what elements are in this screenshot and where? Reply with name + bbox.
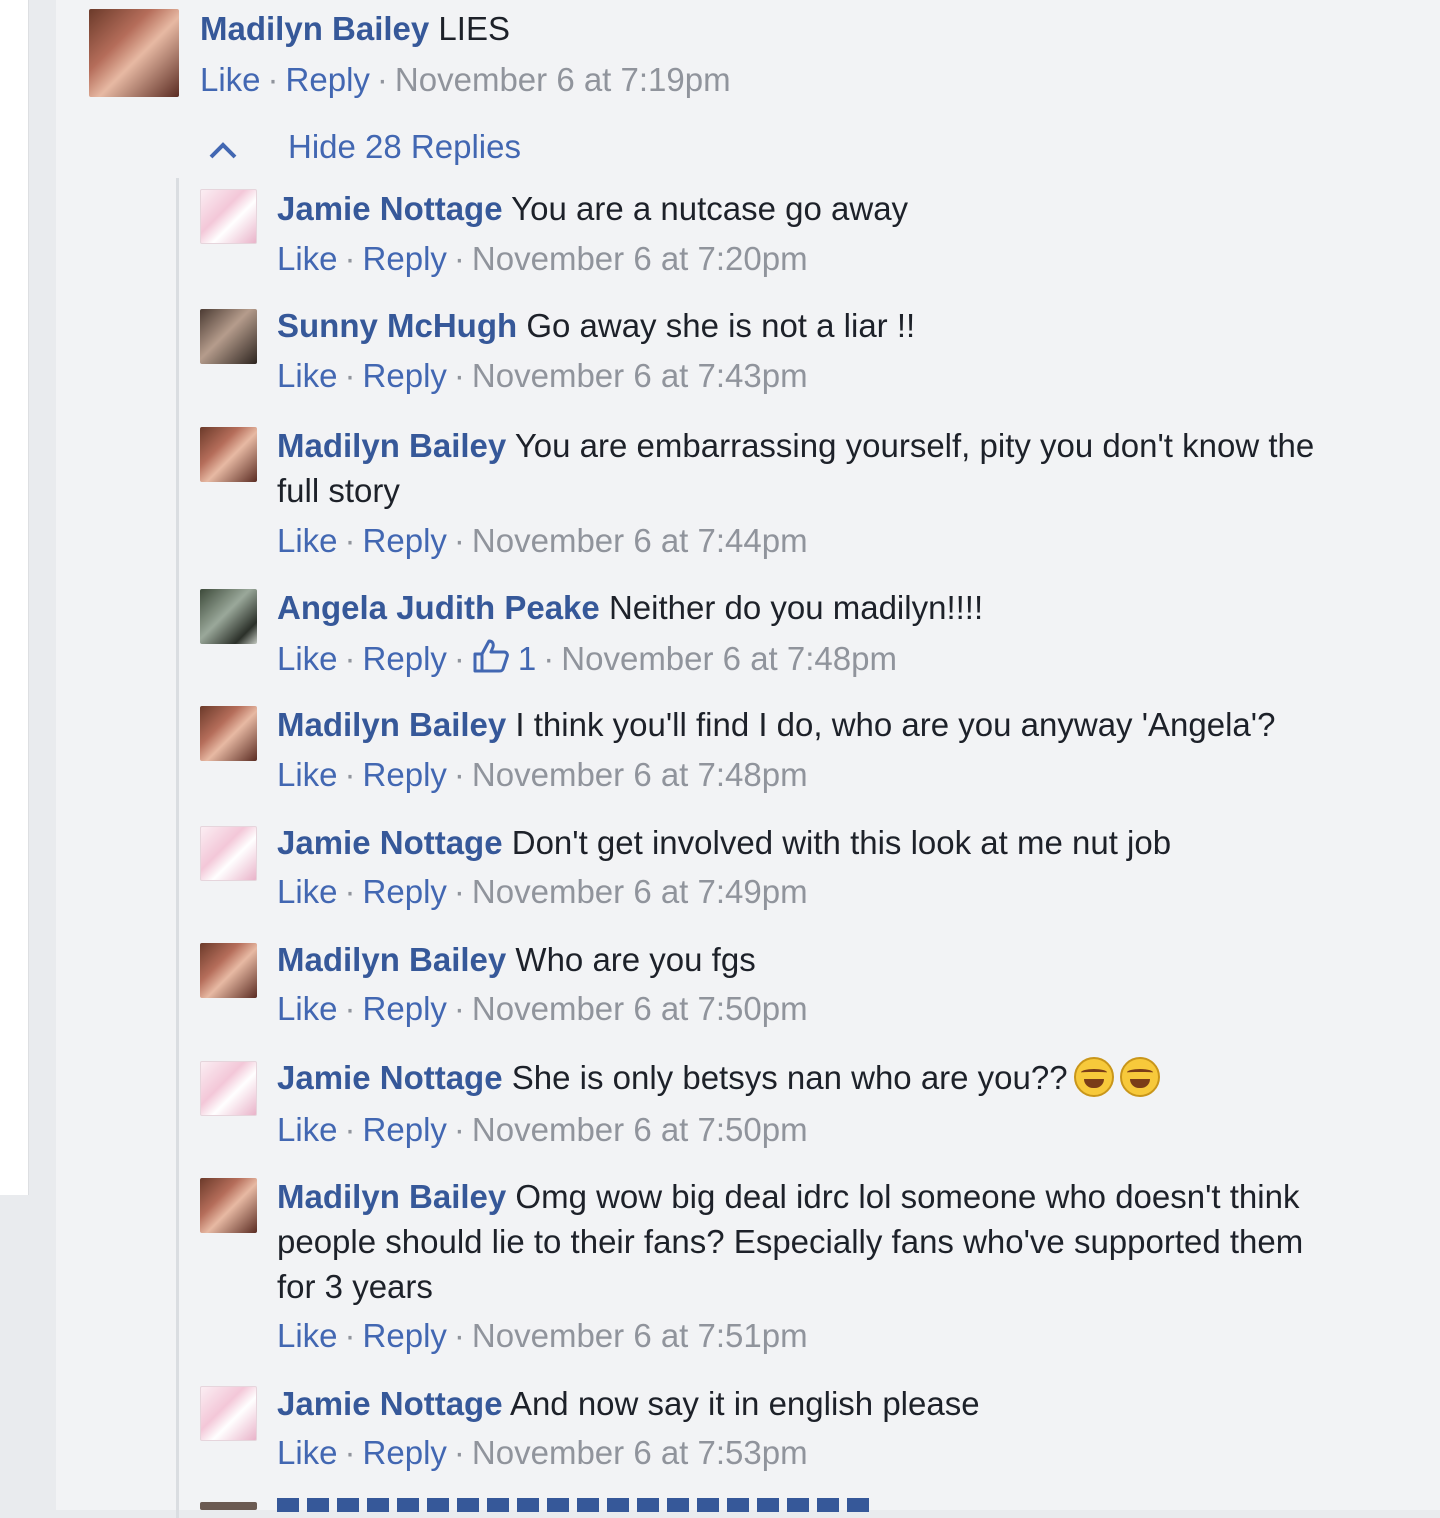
- like-count[interactable]: 1: [510, 640, 536, 677]
- reply-link[interactable]: Reply: [363, 990, 447, 1027]
- reply-link[interactable]: Reply: [363, 522, 447, 559]
- timestamp[interactable]: November 6 at 7:50pm: [472, 990, 808, 1027]
- comment-text: She is only betsys nan who are you??: [511, 1059, 1068, 1096]
- comment-actions: Like · Reply · November 6 at 7:51pm: [277, 1317, 808, 1354]
- hide-replies-link[interactable]: Hide 28 Replies: [288, 128, 521, 166]
- reply-comment: Jamie Nottage And now say it in english …: [277, 1381, 1327, 1426]
- avatar[interactable]: [200, 943, 257, 998]
- reply-link[interactable]: Reply: [363, 357, 447, 394]
- reply-comment: Jamie Nottage Don't get involved with th…: [277, 820, 1327, 865]
- comment-actions: Like · Reply · November 6 at 7:49pm: [277, 873, 808, 910]
- comment-text: Don't get involved with this look at me …: [511, 824, 1172, 861]
- like-link[interactable]: Like: [277, 990, 338, 1027]
- comment-text: Neither do you madilyn!!!!: [608, 589, 984, 626]
- comment-text: Go away she is not a liar !!: [526, 307, 916, 344]
- comment-author[interactable]: Sunny McHugh: [277, 307, 517, 344]
- comment-author[interactable]: Madilyn Bailey: [277, 706, 506, 743]
- timestamp[interactable]: November 6 at 7:51pm: [472, 1317, 808, 1354]
- comment-actions: Like · Reply · November 6 at 7:19pm: [200, 61, 731, 98]
- avatar[interactable]: [200, 1061, 257, 1116]
- like-link[interactable]: Like: [277, 522, 338, 559]
- avatar[interactable]: [200, 706, 257, 761]
- comment-author[interactable]: Madilyn Bailey: [277, 427, 506, 464]
- like-link[interactable]: Like: [277, 1111, 338, 1148]
- avatar[interactable]: [200, 1386, 257, 1441]
- reply-link[interactable]: Reply: [363, 240, 447, 277]
- comment-author[interactable]: Madilyn Bailey: [200, 10, 429, 47]
- avatar[interactable]: [200, 1502, 257, 1510]
- comment-text: I think you'll find I do, who are you an…: [515, 706, 1276, 743]
- comment-text: And now say it in english please: [509, 1385, 980, 1422]
- reply-link[interactable]: Reply: [363, 640, 447, 677]
- comment-actions: Like · Reply · November 6 at 7:43pm: [277, 357, 808, 394]
- reply-link[interactable]: Reply: [363, 1317, 447, 1354]
- avatar[interactable]: [200, 1178, 257, 1233]
- timestamp[interactable]: November 6 at 7:20pm: [472, 240, 808, 277]
- timestamp[interactable]: November 6 at 7:48pm: [561, 640, 897, 677]
- reply-comment: Madilyn Bailey Who are you fgs: [277, 937, 1327, 982]
- comment-actions: Like · Reply · 1 · November 6 at 7:48pm: [277, 638, 897, 677]
- like-link[interactable]: Like: [277, 873, 338, 910]
- like-link[interactable]: Like: [200, 61, 261, 98]
- reply-link[interactable]: Reply: [286, 61, 370, 98]
- reply-comment: Madilyn Bailey I think you'll find I do,…: [277, 702, 1327, 747]
- top-comment: Madilyn Bailey LIES: [200, 6, 1360, 51]
- reply-comment: Madilyn Bailey Omg wow big deal idrc lol…: [277, 1174, 1327, 1309]
- comment-author[interactable]: Jamie Nottage: [277, 190, 503, 227]
- reply-comment: Madilyn Bailey You are embarrassing your…: [277, 423, 1327, 513]
- comment-author[interactable]: Madilyn Bailey: [277, 1178, 506, 1215]
- like-link[interactable]: Like: [277, 1317, 338, 1354]
- comment-author[interactable]: Jamie Nottage: [277, 1059, 503, 1096]
- comment-author[interactable]: Jamie Nottage: [277, 824, 503, 861]
- comment-author[interactable]: Angela Judith Peake: [277, 589, 600, 626]
- timestamp[interactable]: November 6 at 7:50pm: [472, 1111, 808, 1148]
- tears-of-joy-emoji-icon: [1073, 1057, 1114, 1097]
- avatar[interactable]: [200, 309, 257, 364]
- comment-actions: Like · Reply · November 6 at 7:44pm: [277, 522, 808, 559]
- avatar[interactable]: [200, 427, 257, 482]
- comment-text: Who are you fgs: [515, 941, 756, 978]
- comment-text: You are a nutcase go away: [511, 190, 909, 227]
- comment-actions: Like · Reply · November 6 at 7:53pm: [277, 1434, 808, 1471]
- like-link[interactable]: Like: [277, 1434, 338, 1471]
- reply-link[interactable]: Reply: [363, 1434, 447, 1471]
- comment-text: LIES: [438, 10, 510, 47]
- reply-link[interactable]: Reply: [363, 873, 447, 910]
- avatar[interactable]: [200, 589, 257, 644]
- timestamp[interactable]: November 6 at 7:19pm: [395, 61, 731, 98]
- avatar[interactable]: [89, 9, 179, 97]
- reply-thread-line: [176, 178, 179, 1518]
- timestamp[interactable]: November 6 at 7:43pm: [472, 357, 808, 394]
- left-panel: [0, 0, 29, 1195]
- comment-actions: Like · Reply · November 6 at 7:20pm: [277, 240, 808, 277]
- timestamp[interactable]: November 6 at 7:53pm: [472, 1434, 808, 1471]
- timestamp[interactable]: November 6 at 7:49pm: [472, 873, 808, 910]
- avatar[interactable]: [200, 826, 257, 881]
- chevron-up-icon[interactable]: [205, 139, 241, 161]
- like-link[interactable]: Like: [277, 240, 338, 277]
- tears-of-joy-emoji-icon: [1119, 1057, 1160, 1097]
- comment-actions: Like · Reply · November 6 at 7:50pm: [277, 990, 808, 1027]
- reply-comment: Jamie Nottage She is only betsys nan who…: [277, 1055, 1327, 1100]
- comment-author[interactable]: Madilyn Bailey: [277, 941, 506, 978]
- reply-comment: Jamie Nottage You are a nutcase go away: [277, 186, 1327, 231]
- comment-author[interactable]: Jamie Nottage: [277, 1385, 503, 1422]
- comment-actions: Like · Reply · November 6 at 7:48pm: [277, 756, 808, 793]
- like-link[interactable]: Like: [277, 640, 338, 677]
- avatar[interactable]: [200, 189, 257, 244]
- like-link[interactable]: Like: [277, 756, 338, 793]
- timestamp[interactable]: November 6 at 7:48pm: [472, 756, 808, 793]
- thumbs-up-icon[interactable]: [472, 638, 510, 674]
- reply-comment: Angela Judith Peake Neither do you madil…: [277, 585, 1327, 630]
- like-link[interactable]: Like: [277, 357, 338, 394]
- comment-actions: Like · Reply · November 6 at 7:50pm: [277, 1111, 808, 1148]
- reply-comment: Sunny McHugh Go away she is not a liar !…: [277, 303, 1327, 348]
- reply-link[interactable]: Reply: [363, 756, 447, 793]
- timestamp[interactable]: November 6 at 7:44pm: [472, 522, 808, 559]
- reply-link[interactable]: Reply: [363, 1111, 447, 1148]
